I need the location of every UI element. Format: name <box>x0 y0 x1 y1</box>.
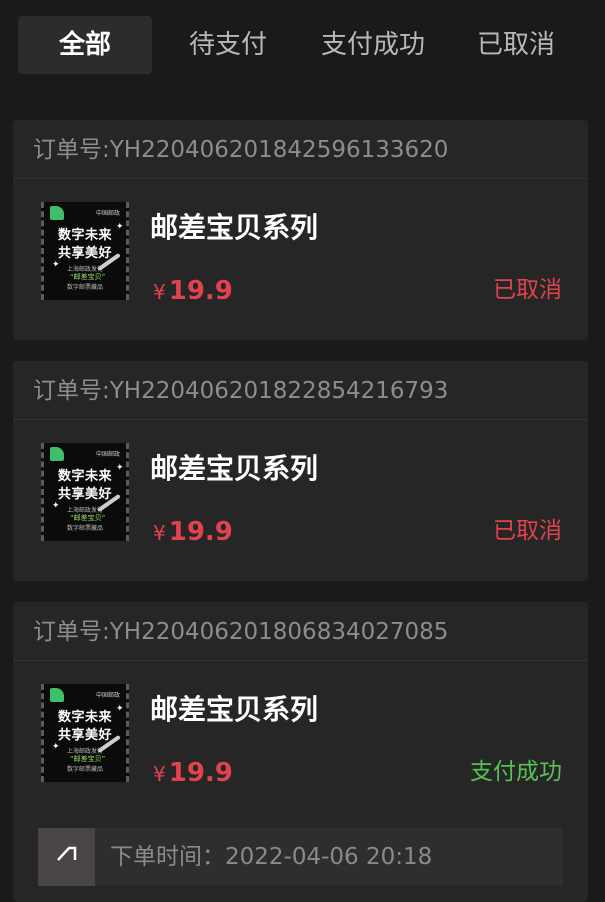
status-tab-bar: 全部 待支付 支付成功 已取消 <box>0 0 605 96</box>
arrow-up-right-icon[interactable] <box>38 828 95 886</box>
order-number: 订单号:YH220406201842596133620 <box>13 120 588 179</box>
product-price: ¥19.9 <box>153 758 233 788</box>
thumbnail-caption: 数字邮票藏品 <box>66 284 103 291</box>
postman-mascot-icon <box>50 688 64 702</box>
product-thumbnail: 中国邮政 ✦ ✦ 数字未来 共享美好 上海邮政发行 “邮差宝贝” 数字邮票藏品 <box>41 684 129 782</box>
tab-payment-success[interactable]: 支付成功 <box>304 16 442 74</box>
thumbnail-tag: “邮差宝贝” <box>70 755 106 763</box>
tab-all[interactable]: 全部 <box>18 16 152 74</box>
thumbnail-tag: “邮差宝贝” <box>70 273 106 281</box>
thumbnail-tag: “邮差宝贝” <box>70 514 106 522</box>
product-name: 邮差宝贝系列 <box>150 452 319 485</box>
product-price: ¥19.9 <box>153 517 233 547</box>
postman-mascot-icon <box>50 206 64 220</box>
order-card[interactable]: 订单号:YH220406201822854216793 中国邮政 ✦ ✦ 数字未… <box>13 361 588 581</box>
thumbnail-title-line1: 数字未来 <box>57 469 112 484</box>
order-time: 下单时间：2022-04-06 20:18 <box>110 844 433 870</box>
arrow-up-right-icon-glyph <box>56 846 76 861</box>
price-value: 19.9 <box>168 758 233 788</box>
postman-mascot-icon <box>50 447 64 461</box>
thumbnail-title-line1: 数字未来 <box>57 710 112 725</box>
brand-logo: 中国邮政 <box>95 451 120 458</box>
order-card[interactable]: 订单号:YH220406201806834027085 中国邮政 ✦ ✦ 数字未… <box>13 602 588 902</box>
currency-symbol: ¥ <box>153 280 166 304</box>
currency-symbol: ¥ <box>153 762 166 786</box>
order-time-row: 下单时间：2022-04-06 20:18 <box>38 828 563 886</box>
order-status: 已取消 <box>493 518 562 544</box>
order-status: 已取消 <box>493 277 562 303</box>
order-number: 订单号:YH220406201822854216793 <box>13 361 588 420</box>
brand-logo: 中国邮政 <box>95 692 120 699</box>
currency-symbol: ¥ <box>153 521 166 545</box>
price-value: 19.9 <box>168 517 233 547</box>
thumbnail-caption: 数字邮票藏品 <box>66 525 103 532</box>
thumbnail-title-line1: 数字未来 <box>57 228 112 243</box>
order-number: 订单号:YH220406201806834027085 <box>13 602 588 661</box>
thumbnail-caption: 数字邮票藏品 <box>66 766 103 773</box>
price-value: 19.9 <box>168 276 233 306</box>
product-name: 邮差宝贝系列 <box>150 693 319 726</box>
product-price: ¥19.9 <box>153 276 233 306</box>
product-name: 邮差宝贝系列 <box>150 211 319 244</box>
product-thumbnail: 中国邮政 ✦ ✦ 数字未来 共享美好 上海邮政发行 “邮差宝贝” 数字邮票藏品 <box>41 202 129 300</box>
brand-logo: 中国邮政 <box>95 210 120 217</box>
product-thumbnail: 中国邮政 ✦ ✦ 数字未来 共享美好 上海邮政发行 “邮差宝贝” 数字邮票藏品 <box>41 443 129 541</box>
tab-cancelled[interactable]: 已取消 <box>456 16 576 74</box>
order-card[interactable]: 订单号:YH220406201842596133620 中国邮政 ✦ ✦ 数字未… <box>13 120 588 340</box>
tab-pending-payment[interactable]: 待支付 <box>165 16 291 74</box>
order-status: 支付成功 <box>470 759 562 785</box>
